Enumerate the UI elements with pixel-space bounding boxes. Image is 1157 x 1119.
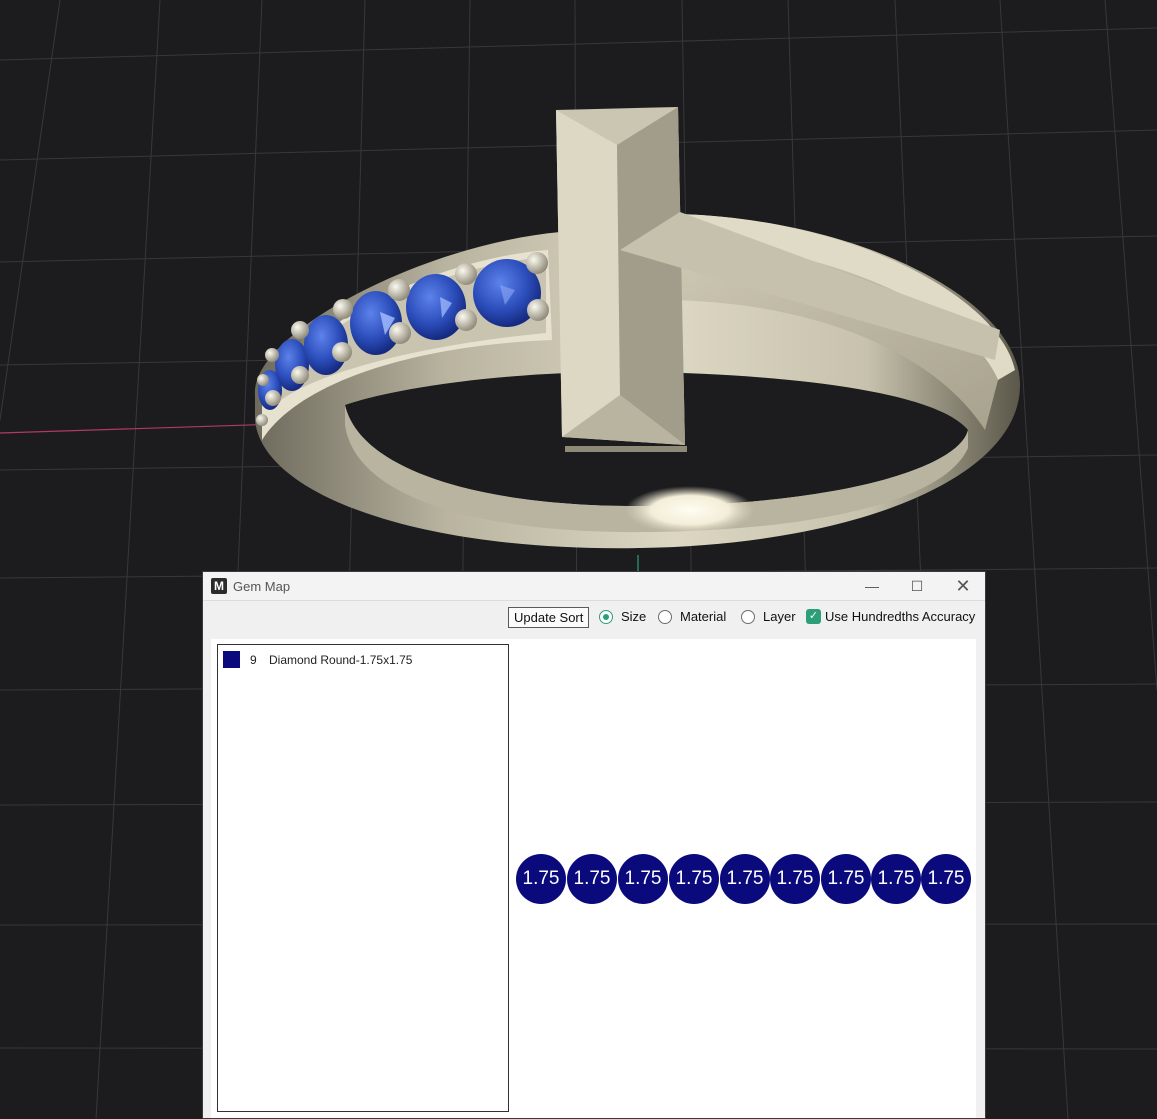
toolbar: Update Sort Size Material Layer ✓ Use Hu… — [203, 601, 985, 637]
gem-circle[interactable]: 1.75 — [669, 854, 719, 904]
hundredths-checkbox[interactable]: ✓ — [806, 609, 821, 624]
size-radio[interactable] — [599, 610, 613, 624]
gem-circle[interactable]: 1.75 — [618, 854, 668, 904]
gem-list[interactable]: 9 Diamond Round-1.75x1.75 — [217, 644, 509, 1112]
hundredths-label[interactable]: Use Hundredths Accuracy — [825, 609, 975, 624]
close-button[interactable]: ✕ — [941, 574, 985, 598]
layer-radio[interactable] — [741, 610, 755, 624]
maximize-button[interactable]: ☐ — [895, 574, 939, 598]
title-bar[interactable]: M Gem Map — ☐ ✕ — [203, 572, 985, 601]
window-title: Gem Map — [233, 579, 291, 594]
gem-circle[interactable]: 1.75 — [871, 854, 921, 904]
window-client: Update Sort Size Material Layer ✓ Use Hu… — [203, 601, 985, 1118]
gem-count: 9 — [250, 653, 257, 667]
size-radio-label[interactable]: Size — [621, 609, 646, 624]
minimize-button[interactable]: — — [850, 574, 894, 598]
gem-color-swatch — [223, 651, 240, 668]
layer-radio-label[interactable]: Layer — [763, 609, 796, 624]
gem-map-content: 9 Diamond Round-1.75x1.75 1.75 1.75 1.75… — [211, 639, 976, 1118]
gem-name: Diamond Round-1.75x1.75 — [269, 653, 413, 667]
material-radio-label[interactable]: Material — [680, 609, 726, 624]
gem-circle[interactable]: 1.75 — [720, 854, 770, 904]
app-logo-icon: M — [211, 578, 227, 594]
gem-map-window[interactable]: M Gem Map — ☐ ✕ Update Sort Size Materia… — [202, 571, 986, 1119]
gem-circle[interactable]: 1.75 — [921, 854, 971, 904]
list-item[interactable]: 9 Diamond Round-1.75x1.75 — [223, 651, 503, 669]
gem-circle[interactable]: 1.75 — [821, 854, 871, 904]
gem-map-row: 1.75 1.75 1.75 1.75 1.75 1.75 1.75 1.75 … — [516, 854, 976, 904]
gem-circle[interactable]: 1.75 — [516, 854, 566, 904]
gem-circle[interactable]: 1.75 — [770, 854, 820, 904]
update-sort-button[interactable]: Update Sort — [508, 607, 590, 628]
material-radio[interactable] — [658, 610, 672, 624]
gem-circle[interactable]: 1.75 — [567, 854, 617, 904]
